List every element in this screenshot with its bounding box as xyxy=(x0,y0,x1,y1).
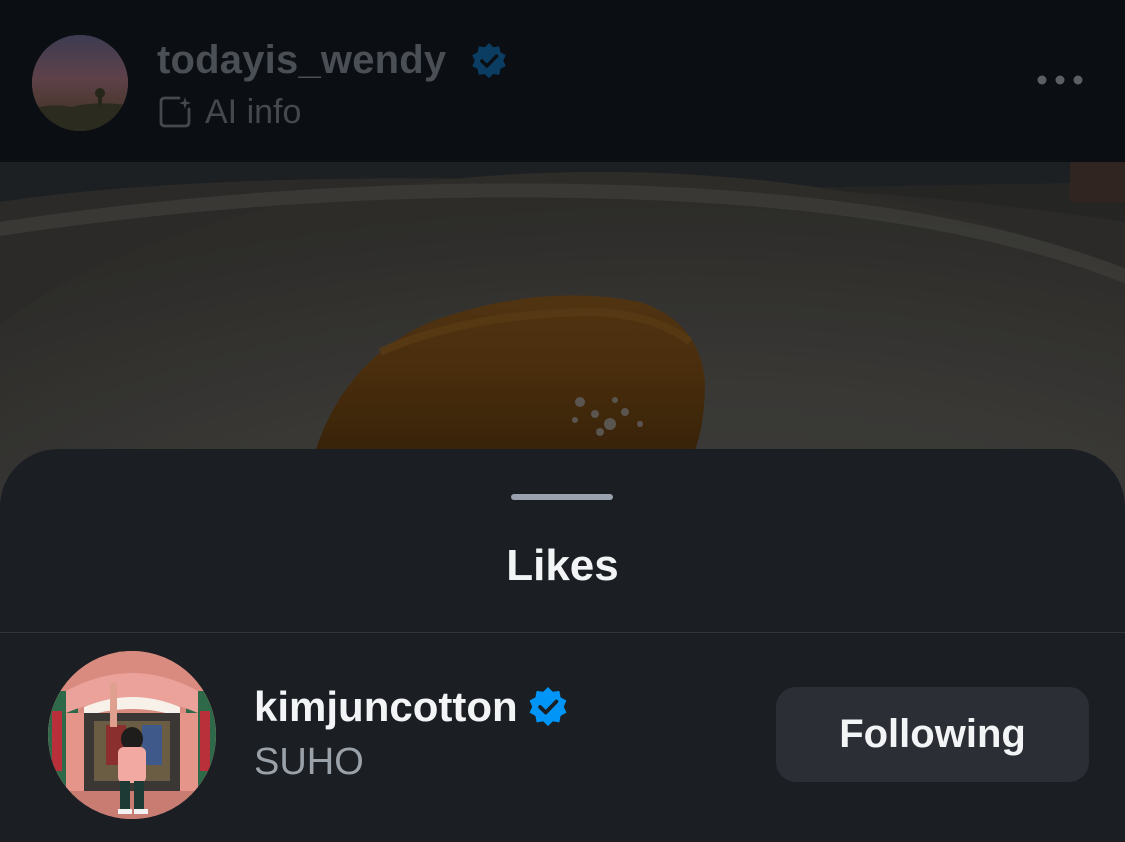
following-button[interactable]: Following xyxy=(776,687,1089,782)
ai-info-row[interactable]: AI info xyxy=(157,92,301,132)
post-author-username[interactable]: todayis_wendy xyxy=(157,38,446,83)
more-options-button[interactable] xyxy=(1030,62,1090,98)
verified-badge-icon xyxy=(529,687,567,727)
more-options-icon xyxy=(1037,75,1083,85)
sheet-grabber[interactable] xyxy=(511,494,613,500)
liker-username[interactable]: kimjuncotton xyxy=(254,683,518,731)
ai-info-label: AI info xyxy=(205,92,302,131)
sheet-title: Likes xyxy=(506,541,619,590)
verified-badge-icon xyxy=(472,42,506,79)
post-author-avatar[interactable] xyxy=(32,35,128,131)
instagram-post-screen: todayis_wendy AI info Likes kimjuncotton… xyxy=(0,0,1125,842)
list-item[interactable]: kimjuncotton SUHO Following xyxy=(0,633,1125,842)
post-header: todayis_wendy AI info xyxy=(0,0,1125,162)
ai-info-icon xyxy=(159,96,191,128)
likes-bottom-sheet: Likes kimjuncotton SUHO Following xyxy=(0,449,1125,842)
avatar[interactable] xyxy=(48,651,216,819)
liker-full-name: SUHO xyxy=(254,741,364,783)
